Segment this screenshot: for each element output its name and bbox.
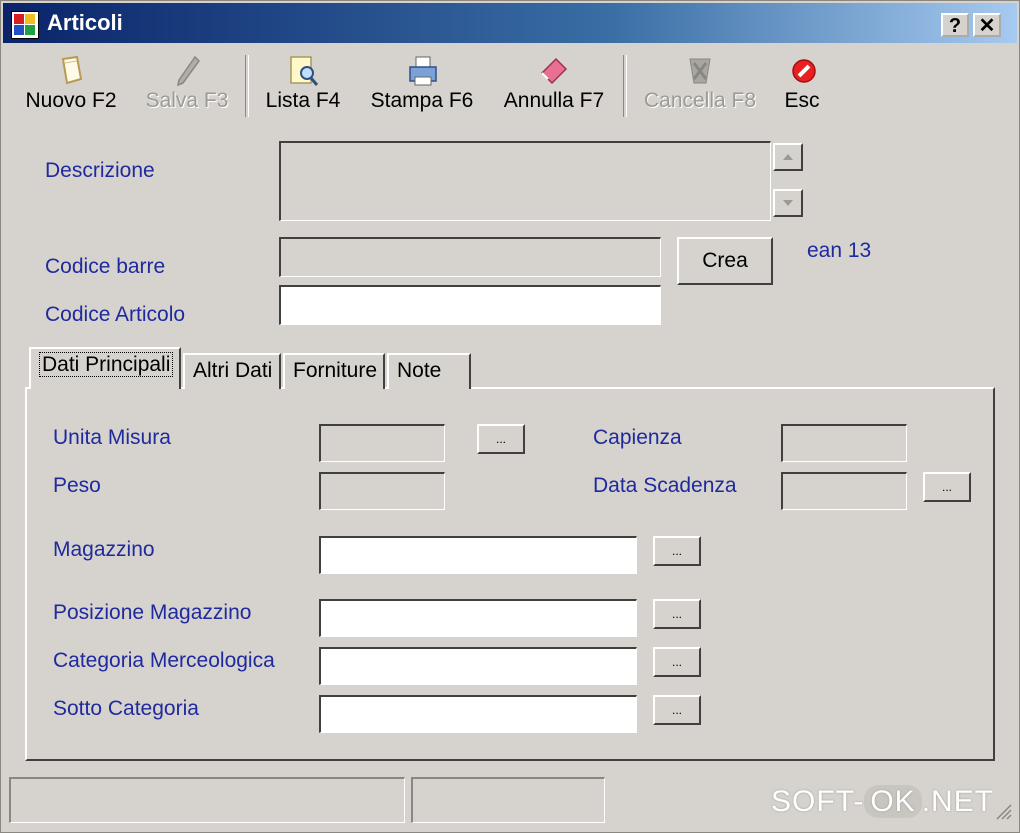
toolbar-separator xyxy=(245,55,249,117)
posizione-magazzino-field[interactable] xyxy=(319,599,637,637)
peso-field[interactable] xyxy=(319,472,445,510)
help-button[interactable]: ? xyxy=(941,13,969,37)
ean-13-label: ean 13 xyxy=(807,239,872,262)
magazzino-label: Magazzino xyxy=(53,538,155,561)
codice-articolo-field[interactable] xyxy=(279,285,661,325)
descrizione-textarea[interactable] xyxy=(279,141,771,221)
codice-articolo-label: Codice Articolo xyxy=(45,303,186,326)
close-button[interactable]: ✕ xyxy=(973,13,1001,37)
toolbar-button-salva[interactable]: Salva F3 xyxy=(141,53,233,123)
codice-barre-label: Codice barre xyxy=(45,255,166,278)
categoria-merceologica-label: Categoria Merceologica xyxy=(53,649,275,672)
app-icon xyxy=(11,11,39,39)
capienza-field[interactable] xyxy=(781,424,907,462)
categoria-merceologica-field[interactable] xyxy=(319,647,637,685)
scroll-up-button[interactable] xyxy=(773,143,803,171)
peso-label: Peso xyxy=(53,474,101,497)
tab-dati-principali[interactable]: Dati Principali xyxy=(29,347,181,389)
magazzino-browse-button[interactable]: ... xyxy=(653,536,701,566)
arrow-up-icon xyxy=(783,154,793,160)
sotto-categoria-field[interactable] xyxy=(319,695,637,733)
delete-icon xyxy=(680,53,720,93)
printer-icon xyxy=(402,53,442,93)
resize-grip-icon[interactable] xyxy=(993,801,1013,821)
list-search-icon xyxy=(283,53,323,93)
data-scadenza-field[interactable] xyxy=(781,472,907,510)
unita-misura-field[interactable] xyxy=(319,424,445,462)
unita-misura-label: Unita Misura xyxy=(53,426,171,449)
descrizione-label: Descrizione xyxy=(45,159,155,182)
new-document-icon xyxy=(51,53,91,93)
toolbar-button-annulla[interactable]: Annulla F7 xyxy=(499,53,609,123)
toolbar-button-nuovo[interactable]: Nuovo F2 xyxy=(21,53,121,123)
posizione-magazzino-label: Posizione Magazzino xyxy=(53,601,252,624)
toolbar-button-lista[interactable]: Lista F4 xyxy=(261,53,345,123)
capienza-label: Capienza xyxy=(593,426,682,449)
window-title: Articoli xyxy=(47,10,123,35)
articoli-window: Articoli ? ✕ Nuovo F2 Salva F3 Lista F4 … xyxy=(0,0,1020,833)
toolbar-button-cancella[interactable]: Cancella F8 xyxy=(639,53,761,123)
toolbar-button-stampa[interactable]: Stampa F6 xyxy=(367,53,477,123)
status-panel-1 xyxy=(9,777,405,823)
categoria-merceologica-browse-button[interactable]: ... xyxy=(653,647,701,677)
scroll-down-button[interactable] xyxy=(773,189,803,217)
tab-note[interactable]: Note xyxy=(387,353,471,389)
data-scadenza-label: Data Scadenza xyxy=(593,474,737,497)
status-panel-2 xyxy=(411,777,605,823)
crea-button[interactable]: Crea xyxy=(677,237,773,285)
watermark: SOFT- OK .NET xyxy=(771,785,995,818)
tab-altri-dati[interactable]: Altri Dati xyxy=(183,353,281,389)
tab-forniture[interactable]: Forniture xyxy=(283,353,385,389)
toolbar-button-esc[interactable]: Esc xyxy=(777,53,827,123)
sotto-categoria-browse-button[interactable]: ... xyxy=(653,695,701,725)
data-scadenza-browse-button[interactable]: ... xyxy=(923,472,971,502)
unita-misura-browse-button[interactable]: ... xyxy=(477,424,525,454)
codice-barre-field[interactable] xyxy=(279,237,661,277)
title-bar: Articoli ? ✕ xyxy=(3,3,1017,43)
arrow-down-icon xyxy=(783,200,793,206)
posizione-magazzino-browse-button[interactable]: ... xyxy=(653,599,701,629)
eraser-icon xyxy=(534,53,574,93)
toolbar-separator xyxy=(623,55,627,117)
magazzino-field[interactable] xyxy=(319,536,637,574)
pencil-icon xyxy=(167,53,207,93)
stop-icon xyxy=(782,53,822,93)
sotto-categoria-label: Sotto Categoria xyxy=(53,697,199,720)
